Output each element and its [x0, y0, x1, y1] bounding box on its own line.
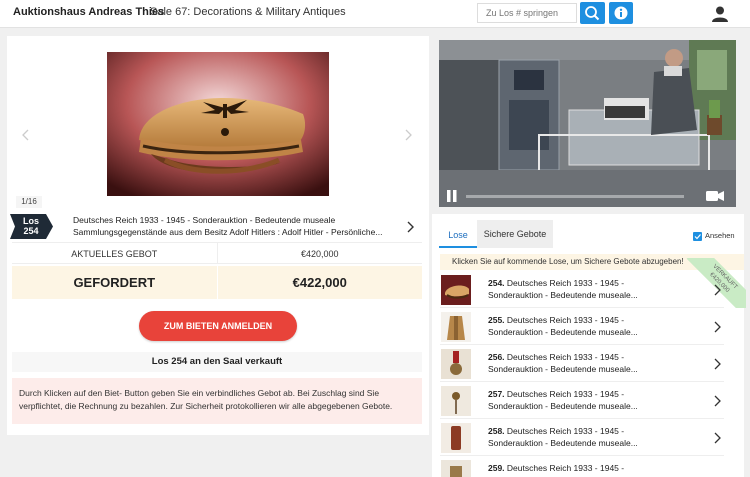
badge-label: Los: [22, 216, 39, 226]
lot-subtitle: Sonderauktion - Bedeutende museale...: [488, 401, 638, 411]
lot-thumbnail: [441, 386, 471, 416]
jump-to-lot-input[interactable]: [477, 3, 577, 23]
image-counter: 1/16: [16, 196, 42, 208]
lot-number: 254.: [488, 278, 505, 288]
lot-thumbnail: [441, 349, 471, 379]
lot-subtitle: Sonderauktion - Bedeutende museale...: [488, 290, 638, 300]
lot-subtitle: Sonderauktion - Bedeutende museale...: [488, 327, 638, 337]
tab-absentee-bids[interactable]: Sichere Gebote: [477, 220, 553, 248]
lot-title: Deutsches Reich 1933 - 1945 -: [506, 389, 625, 399]
checkmark-icon: [694, 234, 701, 240]
asking-value: €422,000: [292, 275, 347, 290]
asking-label: GEFORDERT: [12, 266, 218, 299]
list-item[interactable]: 257. Deutsches Reich 1933 - 1945 - Sonde…: [440, 383, 724, 419]
lot-number-badge: Los 254: [10, 214, 53, 239]
chevron-right-icon: [714, 432, 721, 444]
chevron-right-icon: [714, 395, 721, 407]
ansehen-label: Ansehen: [705, 231, 735, 240]
bid-table: AKTUELLES GEBOT €420,000 GEFORDERT €422,…: [12, 242, 422, 299]
register-to-bid-button[interactable]: ZUM BIETEN ANMELDEN: [139, 311, 297, 341]
tab-lots[interactable]: Lose: [439, 222, 477, 248]
user-icon: [712, 6, 728, 22]
current-bid-label: AKTUELLES GEBOT: [12, 243, 218, 263]
search-icon: [585, 6, 600, 21]
list-item[interactable]: 255. Deutsches Reich 1933 - 1945 - Sonde…: [440, 309, 724, 345]
current-bid-value: €420,000: [300, 249, 339, 259]
lot-title: Deutsches Reich 1933 - 1945 -: [506, 463, 625, 473]
list-item[interactable]: 256. Deutsches Reich 1933 - 1945 - Sonde…: [440, 346, 724, 382]
chevron-right-icon: [714, 321, 721, 333]
lot-subtitle: Sonderauktion - Bedeutende museale...: [488, 438, 638, 448]
ansehen-checkbox[interactable]: [693, 232, 702, 241]
lot-number: 257.: [488, 389, 505, 399]
camera-icon[interactable]: [705, 190, 725, 202]
lot-detail-panel: 1/16 Los 254 Deutsches Reich 1933 - 1945…: [7, 36, 429, 435]
sold-ribbon: VERKAUFT €420,000: [666, 258, 746, 308]
lot-title: Deutsches Reich 1933 - 1945 -: [506, 278, 625, 288]
list-item[interactable]: 254. Deutsches Reich 1933 - 1945 - Sonde…: [440, 258, 746, 308]
list-item[interactable]: 259. Deutsches Reich 1933 - 1945 -: [440, 457, 724, 477]
pause-icon[interactable]: [446, 189, 458, 203]
video-frame: [439, 40, 736, 207]
info-button[interactable]: [609, 2, 633, 24]
lot-title: Deutsches Reich 1933 - 1945 -: [506, 426, 625, 436]
video-progress-track[interactable]: [466, 195, 684, 198]
search-button[interactable]: [580, 2, 605, 24]
user-account-button[interactable]: [711, 5, 729, 23]
badge-number: 254: [23, 226, 39, 236]
lot-thumbnail: [441, 423, 471, 453]
lot-description[interactable]: Deutsches Reich 1933 - 1945 - Sonderaukt…: [73, 214, 393, 238]
top-bar: Auktionshaus Andreas Thies Sale 67: Deco…: [0, 0, 750, 28]
lot-number: 255.: [488, 315, 505, 325]
live-video-stream[interactable]: [439, 40, 736, 207]
next-image-arrow[interactable]: [401, 128, 415, 142]
lot-list-panel: Lose Sichere Gebote Ansehen Klicken Sie …: [432, 214, 746, 477]
sale-title: Sale 67: Decorations & Military Antiques: [150, 6, 346, 18]
lot-description-line2: Sammlungsgegenstände aus dem Besitz Adol…: [73, 227, 383, 237]
lot-image: [107, 52, 329, 196]
lot-thumbnail: [441, 460, 471, 477]
lot-title: Deutsches Reich 1933 - 1945 -: [506, 352, 625, 362]
lot-description-line1: Deutsches Reich 1933 - 1945 - Sonderaukt…: [73, 215, 336, 225]
lot-number: 259.: [488, 463, 505, 473]
chevron-right-icon: [714, 358, 721, 370]
lot-thumbnail: [441, 275, 471, 305]
lot-number: 256.: [488, 352, 505, 362]
bidding-notice: Durch Klicken auf den Biet- Button geben…: [12, 378, 422, 424]
lot-title: Deutsches Reich 1933 - 1945 -: [506, 315, 625, 325]
info-icon: [614, 6, 628, 20]
auction-house-name[interactable]: Auktionshaus Andreas Thies: [13, 6, 164, 18]
list-item[interactable]: 258. Deutsches Reich 1933 - 1945 - Sonde…: [440, 420, 724, 456]
lot-sold-status: Los 254 an den Saal verkauft: [12, 352, 422, 372]
chevron-right-icon[interactable]: [405, 220, 415, 234]
chevron-right-icon: [714, 284, 721, 296]
lot-number: 258.: [488, 426, 505, 436]
previous-image-arrow[interactable]: [19, 128, 33, 142]
lot-thumbnail: [441, 312, 471, 342]
lot-subtitle: Sonderauktion - Bedeutende museale...: [488, 364, 638, 374]
